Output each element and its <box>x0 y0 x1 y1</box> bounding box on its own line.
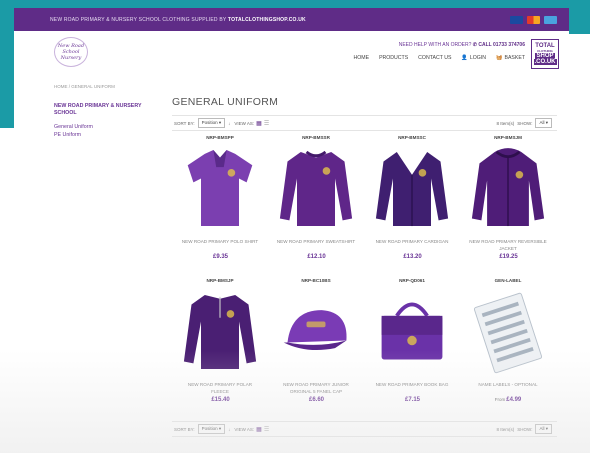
site-header: New Road School Nursery NEED HELP WITH A… <box>14 31 569 73</box>
product-code: NRP-BMSSR <box>302 135 330 140</box>
page-title: GENERAL UNIFORM <box>172 96 279 108</box>
show-select-bottom[interactable]: All ▾ <box>535 424 552 434</box>
product-card[interactable]: NRP-QD061 NEW ROAD PRIMARY BOOK BAG £7.1… <box>364 278 460 421</box>
sort-select-bottom[interactable]: Position ▾ <box>197 424 226 434</box>
background-teal-side <box>0 0 14 128</box>
product-price: From£4.99 <box>494 397 522 403</box>
product-price: £6.60 <box>308 397 324 403</box>
main-content: GENERAL UNIFORM SORT BY: Position ▾ ↓ VI… <box>172 96 557 437</box>
nav-products[interactable]: PRODUCTS <box>379 55 408 61</box>
product-code: NRP-BMSJP <box>206 278 234 283</box>
product-card[interactable]: NRP-BMSPP NEW ROAD PRIMARY POLO SHIRT £9… <box>172 135 268 278</box>
help-text: NEED HELP WITH AN ORDER? ✆ CALL 01733 37… <box>398 42 525 48</box>
visa-icon <box>510 15 523 24</box>
sidebar-item-pe-uniform[interactable]: PE Uniform <box>54 131 154 139</box>
school-logo[interactable]: New Road School Nursery <box>54 37 88 67</box>
product-image[interactable] <box>276 286 356 378</box>
grid-view-icon[interactable]: ▦ <box>256 426 262 433</box>
product-image[interactable] <box>276 143 356 235</box>
payment-cards <box>510 15 557 24</box>
total-clothing-shop-logo[interactable]: TOTAL CLOTHING SHOP .CO.UK <box>531 39 559 69</box>
bottom-toolbar: SORT BY: Position ▾ ↓ VIEW AS: ▦ ☰ 8 Ite… <box>172 421 557 437</box>
list-view-icon[interactable]: ☰ <box>264 120 269 127</box>
product-price: £19.25 <box>499 254 518 260</box>
product-image[interactable] <box>372 286 452 378</box>
website-page: NEW ROAD PRIMARY & NURSERY SCHOOL CLOTHI… <box>14 8 569 453</box>
list-view-icon[interactable]: ☰ <box>264 426 269 433</box>
product-price: £12.10 <box>307 254 326 260</box>
product-image[interactable] <box>372 143 452 235</box>
product-image[interactable] <box>180 143 260 235</box>
sidebar-school-title[interactable]: NEW ROAD PRIMARY & NURSERY SCHOOL <box>54 103 154 117</box>
product-card[interactable]: NRP-BC10BS NEW ROAD PRIMARY JUNIOR ORIGI… <box>268 278 364 421</box>
product-code: NRP-BMSSC <box>398 135 426 140</box>
nav-home[interactable]: HOME <box>354 55 370 61</box>
product-code: NRP-QD061 <box>399 278 425 283</box>
product-name[interactable]: NEW ROAD PRIMARY POLO SHIRT <box>180 239 260 252</box>
product-card[interactable]: GEN-LABEL NAME LABELS - OPTIONAL From£4.… <box>460 278 556 421</box>
product-card[interactable]: NRP-BMSJM NEW ROAD PRIMARY REVERSIBLE JA… <box>460 135 556 278</box>
product-code: NRP-BMSJM <box>494 135 522 140</box>
phone-icon: ✆ <box>472 42 477 48</box>
product-name[interactable]: NEW ROAD PRIMARY SWEATSHIRT <box>276 239 356 252</box>
product-image[interactable] <box>468 286 548 378</box>
sort-direction-icon[interactable]: ↓ <box>228 121 230 126</box>
grid-view-icon[interactable]: ▦ <box>256 120 262 127</box>
breadcrumb[interactable]: HOME / GENERAL UNIFORM <box>54 84 115 89</box>
basket-icon: 🧺 <box>496 55 503 61</box>
product-code: NRP-BC10BS <box>301 278 331 283</box>
product-card[interactable]: NRP-BMSSC NEW ROAD PRIMARY CARDIGAN £13.… <box>364 135 460 278</box>
top-toolbar: SORT BY: Position ▾ ↓ VIEW AS: ▦ ☰ 8 Ite… <box>172 115 557 131</box>
product-price: £15.40 <box>211 397 230 403</box>
product-name[interactable]: NEW ROAD PRIMARY JUNIOR ORIGINAL 5 PANEL… <box>276 382 356 395</box>
supplier-brand-link[interactable]: TOTALCLOTHINGSHOP.CO.UK <box>228 17 306 23</box>
product-image[interactable] <box>468 143 548 235</box>
product-name[interactable]: NEW ROAD PRIMARY POLAR FLEECE <box>180 382 260 395</box>
user-icon: 👤 <box>461 55 468 61</box>
product-price: £9.35 <box>212 254 228 260</box>
product-code: GEN-LABEL <box>494 278 522 283</box>
price-from-label: From <box>494 397 506 402</box>
product-name[interactable]: NAME LABELS - OPTIONAL <box>468 382 548 395</box>
product-price: £7.15 <box>404 397 420 403</box>
product-name[interactable]: NEW ROAD PRIMARY CARDIGAN <box>372 239 452 252</box>
sidebar-item-general-uniform[interactable]: General Uniform <box>54 123 154 131</box>
product-name[interactable]: NEW ROAD PRIMARY REVERSIBLE JACKET <box>468 239 548 252</box>
nav-login[interactable]: 👤 LOGIN <box>461 55 486 61</box>
product-name[interactable]: NEW ROAD PRIMARY BOOK BAG <box>372 382 452 395</box>
sidebar: NEW ROAD PRIMARY & NURSERY SCHOOL Genera… <box>54 103 154 139</box>
product-price: £13.20 <box>403 254 422 260</box>
product-image[interactable] <box>180 286 260 378</box>
sort-select[interactable]: Position ▾ <box>197 118 226 128</box>
product-card[interactable]: NRP-BMSJP NEW ROAD PRIMARY POLAR FLEECE … <box>172 278 268 421</box>
product-card[interactable]: NRP-BMSSR NEW ROAD PRIMARY SWEATSHIRT £1… <box>268 135 364 278</box>
product-code: NRP-BMSPP <box>206 135 234 140</box>
phone-number: ✆ CALL 01733 374706 <box>472 42 525 48</box>
main-nav: HOME PRODUCTS CONTACT US 👤 LOGIN 🧺 BASKET <box>354 55 526 61</box>
sort-direction-icon[interactable]: ↓ <box>228 427 230 432</box>
show-select[interactable]: All ▾ <box>535 118 552 128</box>
amex-icon <box>544 15 557 24</box>
top-strip: NEW ROAD PRIMARY & NURSERY SCHOOL CLOTHI… <box>14 8 569 31</box>
nav-basket[interactable]: 🧺 BASKET <box>496 55 525 61</box>
nav-contact[interactable]: CONTACT US <box>418 55 451 61</box>
product-grid: NRP-BMSPP NEW ROAD PRIMARY POLO SHIRT £9… <box>172 135 557 421</box>
supplier-message: NEW ROAD PRIMARY & NURSERY SCHOOL CLOTHI… <box>50 16 306 23</box>
mastercard-icon <box>527 15 540 24</box>
